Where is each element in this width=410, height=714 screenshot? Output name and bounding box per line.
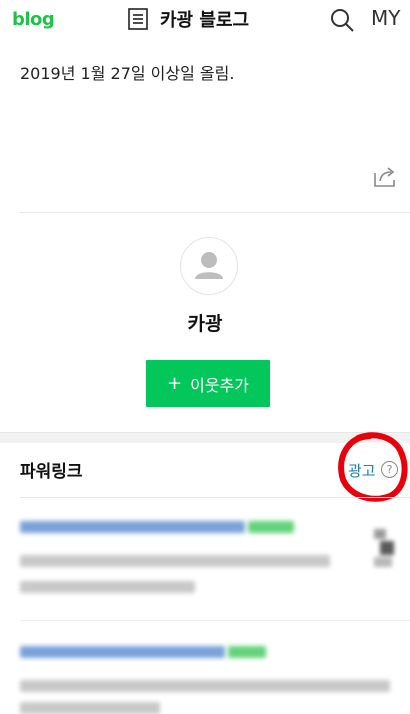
ad-link-blurred[interactable] — [20, 646, 225, 658]
ad-thumbnail[interactable] — [372, 523, 396, 575]
ad-description-blurred — [20, 555, 330, 567]
my-menu-link[interactable]: MY — [371, 6, 400, 30]
default-avatar-icon — [195, 252, 223, 279]
add-neighbor-button[interactable]: + 이웃추가 — [146, 360, 270, 407]
blog-title[interactable]: 카광 블로그 — [160, 6, 249, 32]
profile-avatar[interactable] — [180, 237, 238, 295]
ad-description-blurred — [20, 581, 195, 593]
add-neighbor-label: 이웃추가 — [190, 375, 249, 395]
top-header: blog 카광 블로그 MY — [0, 0, 410, 40]
ad-url-blurred — [228, 646, 266, 658]
profile-nickname: 카광 — [187, 313, 223, 335]
divider — [20, 620, 410, 621]
search-icon[interactable] — [330, 8, 354, 32]
ad-url-blurred — [248, 521, 294, 533]
ad-description-blurred — [20, 680, 390, 692]
powerlink-title: 파워링크 — [20, 462, 83, 482]
divider — [20, 212, 410, 213]
share-icon[interactable] — [372, 164, 398, 188]
blog-logo[interactable]: blog — [12, 9, 55, 30]
blog-title-area[interactable]: 카광 블로그 — [128, 7, 249, 31]
post-body-text: 2019년 1월 27일 이상일 올림. — [20, 64, 235, 83]
list-icon[interactable] — [128, 8, 148, 30]
plus-icon: + — [167, 373, 183, 394]
divider — [20, 497, 410, 498]
annotation-circle — [338, 432, 408, 502]
ad-link-blurred[interactable] — [20, 521, 245, 533]
ad-description-blurred — [20, 702, 160, 714]
